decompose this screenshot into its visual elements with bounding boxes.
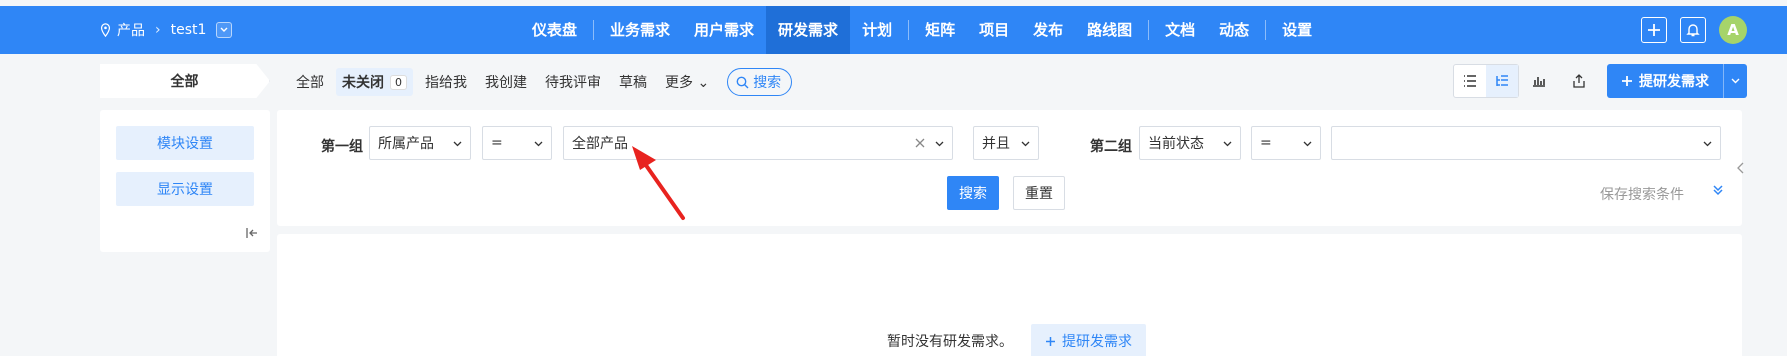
filter-assigned-to-me[interactable]: 指给我 (419, 68, 473, 96)
filter-created-by-me[interactable]: 我创建 (479, 68, 533, 96)
double-chevron-down-icon[interactable] (1712, 184, 1724, 200)
list-view-icon[interactable] (1454, 65, 1486, 97)
chevron-left-icon[interactable] (1733, 156, 1747, 180)
nav-settings[interactable]: 设置 (1270, 6, 1324, 54)
settings-panel: 模块设置 显示设置 (100, 110, 270, 252)
module-settings-button[interactable]: 模块设置 (116, 126, 254, 160)
nav-dashboard[interactable]: 仪表盘 (520, 6, 589, 54)
nav-docs[interactable]: 文档 (1153, 6, 1207, 54)
group2-operator-value: = (1260, 135, 1272, 151)
group2-field-select[interactable]: 当前状态 (1139, 126, 1241, 160)
filter-unclosed[interactable]: 未关闭 0 (336, 68, 413, 96)
reset-button[interactable]: 重置 (1013, 176, 1065, 210)
chevron-down-icon (935, 141, 944, 146)
empty-state: 暂时没有研发需求。 提研发需求 (887, 324, 1146, 356)
topbar-actions: A (1641, 6, 1747, 54)
filter-all[interactable]: 全部 (290, 68, 330, 96)
search-toggle-label: 搜索 (753, 75, 782, 91)
nav-project[interactable]: 项目 (967, 6, 1021, 54)
nav-plan[interactable]: 计划 (850, 6, 904, 54)
search-panel: 第一组 所属产品 = 全部产品 并且 第二组 当前状态 = 搜索 重置 保存搜索… (277, 110, 1742, 226)
filter-draft[interactable]: 草稿 (613, 68, 653, 96)
create-dev-requirement-split: 提研发需求 (1607, 64, 1747, 98)
breadcrumb-project[interactable]: test1 (171, 22, 207, 38)
nav-business-requirements[interactable]: 业务需求 (598, 6, 682, 54)
nav-roadmap[interactable]: 路线图 (1075, 6, 1144, 54)
search-toggle-button[interactable]: 搜索 (727, 68, 793, 96)
main-nav: 仪表盘 业务需求 用户需求 研发需求 计划 矩阵 项目 发布 路线图 文档 动态… (520, 6, 1324, 54)
filter-more[interactable]: 更多 ⌄ (659, 68, 715, 96)
search-icon (736, 76, 749, 88)
group1-value: 全部产品 (572, 136, 628, 152)
group1-operator-value: = (491, 135, 503, 151)
nav-dev-requirements[interactable]: 研发需求 (766, 6, 851, 54)
filter-bar: 全部 未关闭 0 指给我 我创建 待我评审 草稿 更多 ⌄ 搜索 (290, 68, 793, 96)
breadcrumb: 产品 › test1 (100, 6, 233, 54)
nav-matrix[interactable]: 矩阵 (913, 6, 967, 54)
group2-operator-select[interactable]: = (1251, 126, 1321, 160)
create-dev-requirement-button[interactable]: 提研发需求 (1607, 64, 1723, 98)
all-modules-tab[interactable]: 全部 (100, 64, 270, 98)
nav-divider (1148, 20, 1150, 40)
view-switcher (1453, 64, 1519, 98)
chevron-down-icon (1303, 141, 1312, 146)
group2-label: 第二组 (1090, 139, 1132, 155)
logic-value: 并且 (982, 136, 1010, 152)
group2-value-select[interactable] (1331, 126, 1721, 160)
nav-user-requirements[interactable]: 用户需求 (682, 6, 766, 54)
logic-select[interactable]: 并且 (973, 126, 1039, 160)
group1-value-select[interactable]: 全部产品 (563, 126, 953, 160)
display-settings-button[interactable]: 显示设置 (116, 172, 254, 206)
location-pin-icon (100, 23, 111, 37)
chevron-down-icon (1223, 141, 1232, 146)
empty-add-label: 提研发需求 (1062, 334, 1132, 350)
plus-icon[interactable] (1641, 17, 1667, 43)
group1-operator-select[interactable]: = (482, 126, 552, 160)
bell-icon[interactable] (1680, 17, 1706, 43)
breadcrumb-product[interactable]: 产品 (117, 20, 145, 40)
bar-chart-icon[interactable] (1519, 64, 1559, 98)
group1-field-select[interactable]: 所属产品 (369, 126, 471, 160)
search-button[interactable]: 搜索 (947, 176, 999, 210)
nav-release[interactable]: 发布 (1021, 6, 1075, 54)
chevron-down-icon (1703, 141, 1712, 146)
empty-add-button[interactable]: 提研发需求 (1031, 324, 1146, 356)
create-dev-requirement-label: 提研发需求 (1639, 74, 1709, 90)
count-badge: 0 (390, 74, 407, 90)
chevron-down-icon[interactable] (216, 22, 233, 38)
chevron-down-icon (534, 141, 543, 146)
collapse-left-icon[interactable] (246, 227, 258, 242)
clear-icon[interactable] (915, 138, 925, 148)
top-navbar: 产品 › test1 仪表盘 业务需求 用户需求 研发需求 计划 矩阵 项目 发… (0, 6, 1787, 54)
empty-message: 暂时没有研发需求。 (887, 334, 1013, 350)
save-search-conditions-link[interactable]: 保存搜索条件 (1600, 184, 1684, 204)
avatar[interactable]: A (1719, 16, 1747, 44)
group1-field-value: 所属产品 (378, 136, 434, 152)
plus-icon (1046, 336, 1055, 346)
group2-field-value: 当前状态 (1148, 136, 1204, 152)
chevron-down-icon[interactable] (1723, 64, 1747, 98)
nav-divider (593, 20, 595, 40)
nav-divider (908, 20, 910, 40)
view-tools: 提研发需求 (1453, 64, 1747, 98)
chevron-right-icon: › (155, 22, 161, 38)
filter-pending-review[interactable]: 待我评审 (539, 68, 607, 96)
nav-divider (1265, 20, 1267, 40)
results-area: 暂时没有研发需求。 提研发需求 (277, 234, 1742, 356)
filter-more-label: 更多 (665, 75, 693, 91)
export-icon[interactable] (1559, 64, 1599, 98)
plus-icon (1622, 76, 1632, 86)
chevron-down-icon (1021, 141, 1030, 146)
tree-view-icon[interactable] (1486, 65, 1518, 97)
group1-label: 第一组 (321, 139, 363, 155)
filter-unclosed-label: 未关闭 (342, 75, 384, 91)
chevron-down-icon: ⌄ (697, 75, 710, 91)
nav-activity[interactable]: 动态 (1207, 6, 1261, 54)
chevron-down-icon (453, 141, 462, 146)
